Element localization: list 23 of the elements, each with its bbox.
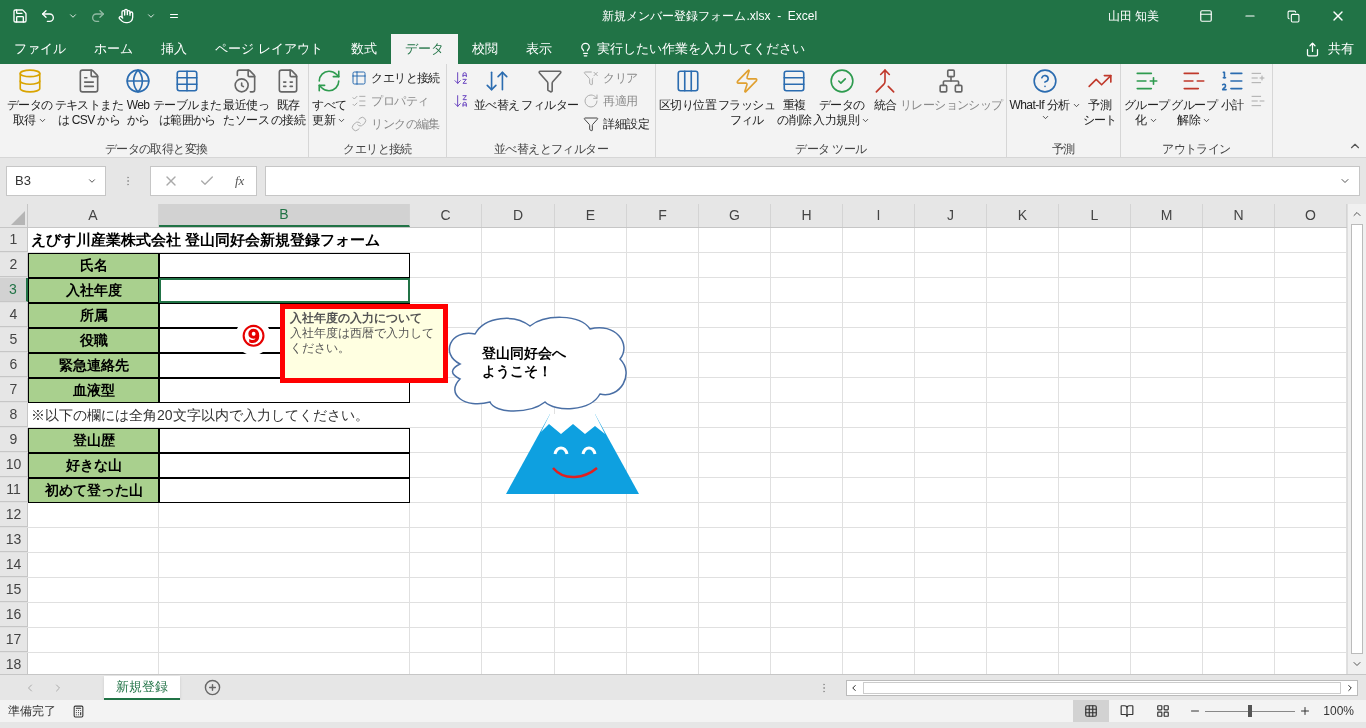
field-label: 所属 xyxy=(28,303,159,328)
field-label: 好きな山 xyxy=(28,453,159,478)
ribbon-group-label: データ ツール xyxy=(794,142,868,157)
tooltip-body: 入社年度は西暦で入力してください。 xyxy=(290,326,435,356)
field-label: 入社年度 xyxy=(28,278,159,303)
ribbon-group-label: データの取得と変換 xyxy=(103,142,209,157)
cloud-text: 登山同好会へ ようこそ！ xyxy=(482,344,566,380)
window-title: 新規メンバー登録フォーム.xlsx - Excel xyxy=(601,8,819,25)
user-name: 山田 知美 xyxy=(1107,8,1159,25)
tooltip-title: 入社年度の入力について xyxy=(290,311,423,326)
form-title: えびす川産業株式会社 登山同好会新規登録フォーム xyxy=(30,229,382,250)
form-note: ※以下の欄には全角20文字以内で入力してください。 xyxy=(30,405,370,425)
field-label: 役職 xyxy=(28,328,159,353)
field-label: 登山歴 xyxy=(28,428,159,453)
field-label: 初めて登った山 xyxy=(28,478,159,503)
field-label: 緊急連絡先 xyxy=(28,353,159,378)
ribbon-group-label: 予測 xyxy=(1050,142,1076,157)
ribbon-group-label: アウトライン xyxy=(1161,142,1232,157)
ribbon-group-label: クエリと接続 xyxy=(342,142,413,157)
field-label: 氏名 xyxy=(28,253,159,278)
field-label: 血液型 xyxy=(28,378,159,403)
ribbon-group-label: 並べ替えとフィルター xyxy=(492,142,609,157)
status-text: 準備完了 xyxy=(8,703,56,720)
